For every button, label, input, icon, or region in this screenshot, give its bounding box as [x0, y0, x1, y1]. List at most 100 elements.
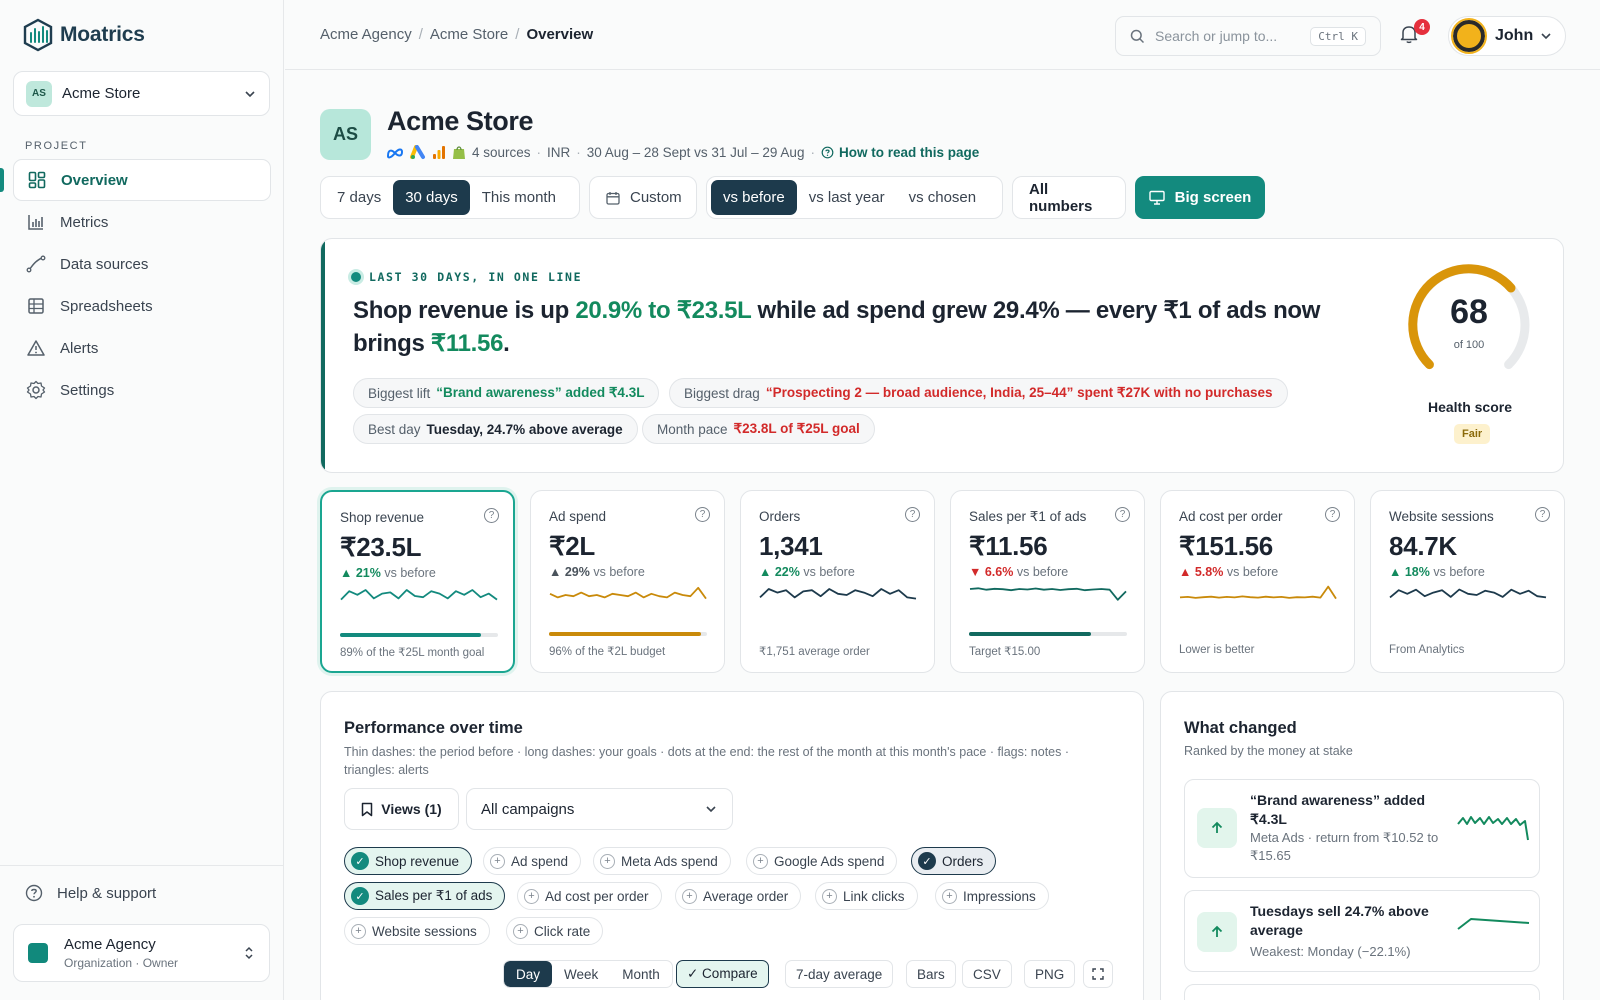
metric-toggle[interactable]: ✓ Sales per ₹1 of ads	[344, 882, 506, 910]
date-range: 30 Aug – 28 Sept vs 31 Jul – 29 Aug	[586, 145, 805, 160]
sidebar-item-settings[interactable]: Settings	[13, 369, 271, 411]
metric-toggle-label: Website sessions	[372, 923, 477, 939]
plus-icon: +	[682, 888, 697, 904]
campaign-select[interactable]: All campaigns	[466, 788, 733, 830]
health-score-of: of 100	[1453, 339, 1485, 351]
help-support-link[interactable]: Help & support	[25, 884, 156, 902]
expand-icon	[1092, 968, 1104, 980]
chevron-updown-icon	[245, 946, 253, 960]
health-score-label: Health score	[1427, 399, 1513, 415]
search-input[interactable]: Search or jump to... Ctrl K	[1115, 16, 1381, 56]
help-icon[interactable]: ?	[1325, 507, 1340, 522]
png-export-button[interactable]: PNG	[1024, 960, 1076, 988]
org-switcher[interactable]: Acme Agency Organization · Owner	[13, 924, 270, 982]
meta-ads-icon	[386, 148, 404, 158]
metric-toggle[interactable]: ✓ Shop revenue	[344, 847, 473, 875]
kpi-footer: Lower is better	[1179, 644, 1255, 656]
all-numbers-button[interactable]: All numbers	[1012, 176, 1126, 219]
kpi-value: ₹11.56	[969, 531, 1048, 561]
kpi-card[interactable]: Sales per ₹1 of ads? ₹11.56 ▼ 6.6% vs befo…	[950, 490, 1145, 673]
notification-badge: 4	[1414, 19, 1430, 35]
kpi-delta: ▲ 21% vs before	[340, 566, 436, 580]
metric-toggle[interactable]: + Average order	[675, 882, 802, 910]
seven-day-average-toggle[interactable]: 7-day average	[785, 960, 894, 988]
help-icon[interactable]: ?	[905, 507, 920, 522]
csv-export-button[interactable]: CSV	[962, 960, 1012, 988]
kpi-sparkline	[1389, 588, 1547, 599]
kpi-card[interactable]: Shop revenue? ₹23.5L ▲ 21% vs before 89% of…	[320, 490, 515, 673]
user-menu[interactable]: John	[1448, 16, 1566, 56]
metric-toggle[interactable]: + Impressions	[935, 882, 1049, 910]
store-selector[interactable]: AS Acme Store	[13, 71, 270, 116]
sidebar-item-data-sources[interactable]: Data sources	[13, 243, 271, 285]
app-logo[interactable]: Moatrics	[22, 18, 145, 52]
chip-biggest-drag[interactable]: Biggest drag “Prospecting 2 — broad audie…	[669, 378, 1288, 408]
views-button[interactable]: Views (1)	[344, 788, 459, 830]
how-to-read-link[interactable]: How to read this page	[821, 145, 979, 160]
metrics-icon	[26, 212, 46, 232]
kpi-card[interactable]: Website sessions? 84.7K ▲ 18% vs before Fro…	[1370, 490, 1565, 673]
kpi-card[interactable]: Ad cost per order? ₹151.56 ▲ 5.8% vs befor…	[1160, 490, 1355, 673]
chevron-down-icon	[706, 806, 716, 813]
chip-biggest-lift[interactable]: Biggest lift “Brand awareness” added ₹4.3…	[353, 378, 660, 408]
sidebar-item-label: Overview	[61, 171, 128, 189]
metric-toggle[interactable]: + Ad cost per order	[517, 882, 662, 910]
help-icon[interactable]: ?	[484, 508, 499, 523]
sparkline-path	[549, 586, 707, 600]
chip-month-pace[interactable]: Month pace ₹23.8L of ₹25L goal	[642, 414, 875, 444]
change-item[interactable]: “Brand awareness” added ₹4.3L Meta Ads ·…	[1184, 779, 1540, 878]
metric-toggle[interactable]: + Ad spend	[483, 847, 582, 875]
metric-toggle[interactable]: + Website sessions	[344, 917, 490, 945]
metric-toggle-label: Click rate	[534, 923, 591, 939]
breadcrumb-agency[interactable]: Acme Agency	[320, 26, 412, 43]
kpi-card[interactable]: Ad spend? ₹2L ▲ 29% vs before 96% of the ₹2…	[530, 490, 725, 673]
sidebar-item-alerts[interactable]: Alerts	[13, 327, 271, 369]
bars-toggle[interactable]: Bars	[906, 960, 956, 988]
period-this-month[interactable]: This month	[470, 180, 568, 215]
fullscreen-button[interactable]	[1083, 960, 1113, 988]
compare-vs-chosen[interactable]: vs chosen	[897, 180, 989, 215]
metric-toggle[interactable]: + Google Ads spend	[746, 847, 898, 875]
breadcrumb-separator: /	[515, 26, 520, 43]
metric-toggle-label: Meta Ads spend	[621, 853, 718, 869]
granularity-month[interactable]: Month	[610, 961, 672, 987]
kpi-card[interactable]: Orders? 1,341 ▲ 22% vs before ₹1,751 averag…	[740, 490, 935, 673]
metric-toggle[interactable]: ✓ Orders	[911, 847, 997, 875]
breadcrumb-store[interactable]: Acme Store	[430, 26, 508, 43]
analytics-icon	[433, 146, 445, 159]
plus-icon: +	[513, 923, 528, 939]
shopify-icon	[453, 146, 465, 159]
metric-toggle[interactable]: + Click rate	[506, 917, 604, 945]
views-label: Views (1)	[381, 801, 442, 817]
help-icon[interactable]: ?	[1115, 507, 1130, 522]
kpi-footer: 89% of the ₹25L month goal	[340, 647, 485, 659]
sidebar-item-spreadsheets[interactable]: Spreadsheets	[13, 285, 271, 327]
sidebar-item-overview[interactable]: Overview	[13, 159, 271, 201]
arrow-up-icon	[1197, 912, 1237, 952]
sidebar-item-metrics[interactable]: Metrics	[13, 201, 271, 243]
change-item[interactable]	[1184, 984, 1540, 1000]
period-7-days[interactable]: 7 days	[325, 180, 393, 215]
metric-toggle-label: Shop revenue	[375, 853, 460, 869]
metric-toggle[interactable]: + Meta Ads spend	[593, 847, 731, 875]
chip-best-day[interactable]: Best day Tuesday, 24.7% above average	[353, 414, 638, 444]
compare-vs-before[interactable]: vs before	[711, 180, 797, 215]
help-icon[interactable]: ?	[695, 507, 710, 522]
help-icon[interactable]: ?	[1535, 507, 1550, 522]
status-dot	[351, 272, 361, 282]
custom-range-button[interactable]: Custom	[589, 176, 697, 219]
delta-arrow-icon: ▲	[549, 565, 562, 579]
big-screen-button[interactable]: Big screen	[1135, 176, 1265, 219]
metric-toggle[interactable]: + Link clicks	[815, 882, 918, 910]
change-item[interactable]: Tuesdays sell 24.7% above average Weakes…	[1184, 890, 1540, 972]
kpi-delta: ▲ 5.8% vs before	[1179, 565, 1278, 579]
period-30-days[interactable]: 30 days	[393, 180, 470, 215]
notifications-button[interactable]: 4	[1400, 19, 1430, 49]
period-selector: 7 days 30 days This month	[320, 176, 580, 219]
summary-tag: LAST 30 DAYS, IN ONE LINE	[351, 270, 582, 284]
sidebar-nav: Overview Metrics Data sources Spreadshee…	[13, 159, 271, 411]
granularity-day[interactable]: Day	[504, 961, 553, 987]
granularity-week[interactable]: Week	[552, 961, 610, 987]
compare-toggle[interactable]: ✓ Compare	[676, 960, 769, 988]
compare-vs-last-year[interactable]: vs last year	[797, 180, 897, 215]
